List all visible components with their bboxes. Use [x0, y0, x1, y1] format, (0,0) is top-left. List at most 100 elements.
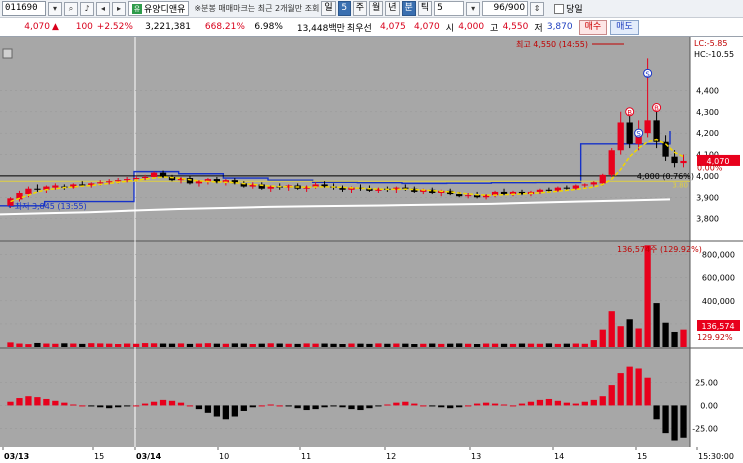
volume-bar	[473, 343, 481, 347]
period-month[interactable]: 월	[368, 1, 384, 16]
volume-bar	[115, 343, 122, 347]
volume-bar	[635, 328, 642, 347]
chart-area[interactable]: 4,4004,3004,2004,1004,0003,9003,800BSSB최…	[0, 37, 743, 463]
oscillator-bar	[124, 405, 131, 407]
oscillator-bar	[132, 405, 140, 407]
oscillator-bar	[312, 405, 319, 410]
oscillator-bar	[608, 385, 615, 406]
buy-button[interactable]: 매수	[578, 19, 608, 35]
period-count[interactable]: 5	[337, 1, 351, 16]
range-spin-icon[interactable]: ⇕	[530, 1, 545, 16]
oscillator-bar	[420, 405, 427, 407]
candle-body	[132, 178, 140, 180]
interval-dropdown-icon[interactable]: ▾	[466, 1, 481, 16]
turnover: 6.98%	[254, 22, 283, 32]
low-annotation: ←최저 3,845 (13:55)	[8, 201, 87, 211]
time-tick-label: 14	[554, 452, 564, 461]
volume-bar	[465, 343, 472, 347]
candle-body	[599, 174, 606, 184]
price-change: 100	[75, 22, 93, 32]
sell-button[interactable]: 매도	[610, 19, 639, 35]
volume-bar	[572, 343, 579, 347]
market-badge: 유	[132, 3, 142, 14]
oscillator-bar	[536, 399, 544, 406]
volume-bar	[554, 343, 562, 347]
volume-bar	[438, 343, 445, 347]
oscillator-bar	[500, 404, 508, 406]
oscillator-tick-label: -25.00	[692, 425, 718, 434]
oscillator-bar	[348, 405, 355, 410]
next-arrow-icon[interactable]: ▸	[112, 1, 126, 16]
volume-bar	[366, 343, 373, 347]
interval-input[interactable]: 5	[434, 1, 465, 16]
search-icon[interactable]: ⌕	[64, 1, 78, 16]
volume-bar	[195, 343, 203, 347]
volume-bar	[312, 343, 319, 347]
candle-body	[52, 185, 59, 188]
volume-last-pct: 129.92%	[697, 333, 733, 342]
candle-body	[97, 182, 104, 184]
volume-bar	[599, 329, 606, 347]
oscillator-bar	[43, 398, 50, 406]
price-tick-label: 3,800	[696, 215, 719, 224]
oscillator-bar	[465, 405, 472, 407]
open-label: 시	[445, 23, 455, 34]
period-year[interactable]: 년	[385, 1, 400, 16]
oscillator-bar	[258, 405, 265, 407]
period-tick[interactable]: 틱	[417, 1, 433, 16]
volume-bar	[177, 343, 185, 347]
volume-bar	[626, 319, 633, 347]
ask-price: 4,070	[414, 22, 440, 32]
lc-label: LC:-5.85	[694, 39, 727, 48]
oscillator-bar	[375, 405, 382, 407]
oscillator-bar	[240, 405, 247, 411]
oscillator-bar	[411, 403, 418, 406]
volume-bar	[527, 343, 535, 347]
period-minute[interactable]: 분	[401, 1, 416, 16]
oscillator-bar	[70, 404, 77, 406]
volume-bar	[384, 343, 391, 347]
best-bid-label: 최우선	[346, 23, 372, 34]
trade-marker-label: B	[654, 105, 659, 113]
dropdown-arrow-icon[interactable]: ▾	[48, 1, 62, 16]
volume-bar	[150, 343, 158, 347]
price-volume-chart[interactable]: 4,4004,3004,2004,1004,0003,9003,800BSSB최…	[0, 37, 743, 463]
period-day[interactable]: 일	[321, 1, 336, 16]
trade-value: 13,448백만	[296, 23, 345, 34]
stock-name-box[interactable]: 유 유양디앤유	[128, 1, 190, 16]
volume-bar	[536, 343, 544, 347]
volume-bar	[411, 343, 418, 347]
oscillator-tick-label: 0.00	[700, 401, 718, 410]
volume-bar	[375, 343, 382, 347]
volume-bar	[168, 343, 176, 347]
volume-bar	[348, 343, 355, 347]
oscillator-bar	[357, 405, 364, 411]
stock-code-input[interactable]: 011690	[2, 1, 46, 16]
hc-label: HC:-10.55	[694, 50, 734, 59]
volume-bar	[70, 343, 77, 347]
volume-bar	[644, 245, 651, 347]
today-checkbox[interactable]	[554, 3, 565, 14]
price-tick-label: 4,400	[696, 86, 719, 95]
mark-notice: ※분봉 매매마크는 최근 2개월만 조회	[194, 4, 320, 13]
oscillator-bar	[518, 403, 526, 406]
prev-arrow-icon[interactable]: ◂	[96, 1, 110, 16]
volume-bar	[222, 343, 229, 347]
volume-bar	[213, 343, 221, 347]
candle-body	[465, 195, 472, 197]
oscillator-bar	[393, 402, 400, 406]
oscillator-bar	[303, 405, 310, 411]
oscillator-bar	[34, 397, 41, 406]
volume-bar	[653, 303, 660, 347]
volume-bar	[393, 343, 400, 347]
range-input[interactable]: 96/900	[482, 1, 529, 16]
speaker-icon[interactable]: ♪	[80, 1, 94, 16]
period-week[interactable]: 주	[352, 1, 367, 16]
time-tick-label: 15:30:00	[698, 452, 734, 461]
candle-body	[590, 182, 597, 185]
candle-body	[159, 172, 167, 177]
oscillator-bar	[330, 405, 337, 407]
oscillator-bar	[402, 401, 409, 406]
oscillator-bar	[168, 400, 176, 406]
volume-bar	[482, 343, 490, 347]
